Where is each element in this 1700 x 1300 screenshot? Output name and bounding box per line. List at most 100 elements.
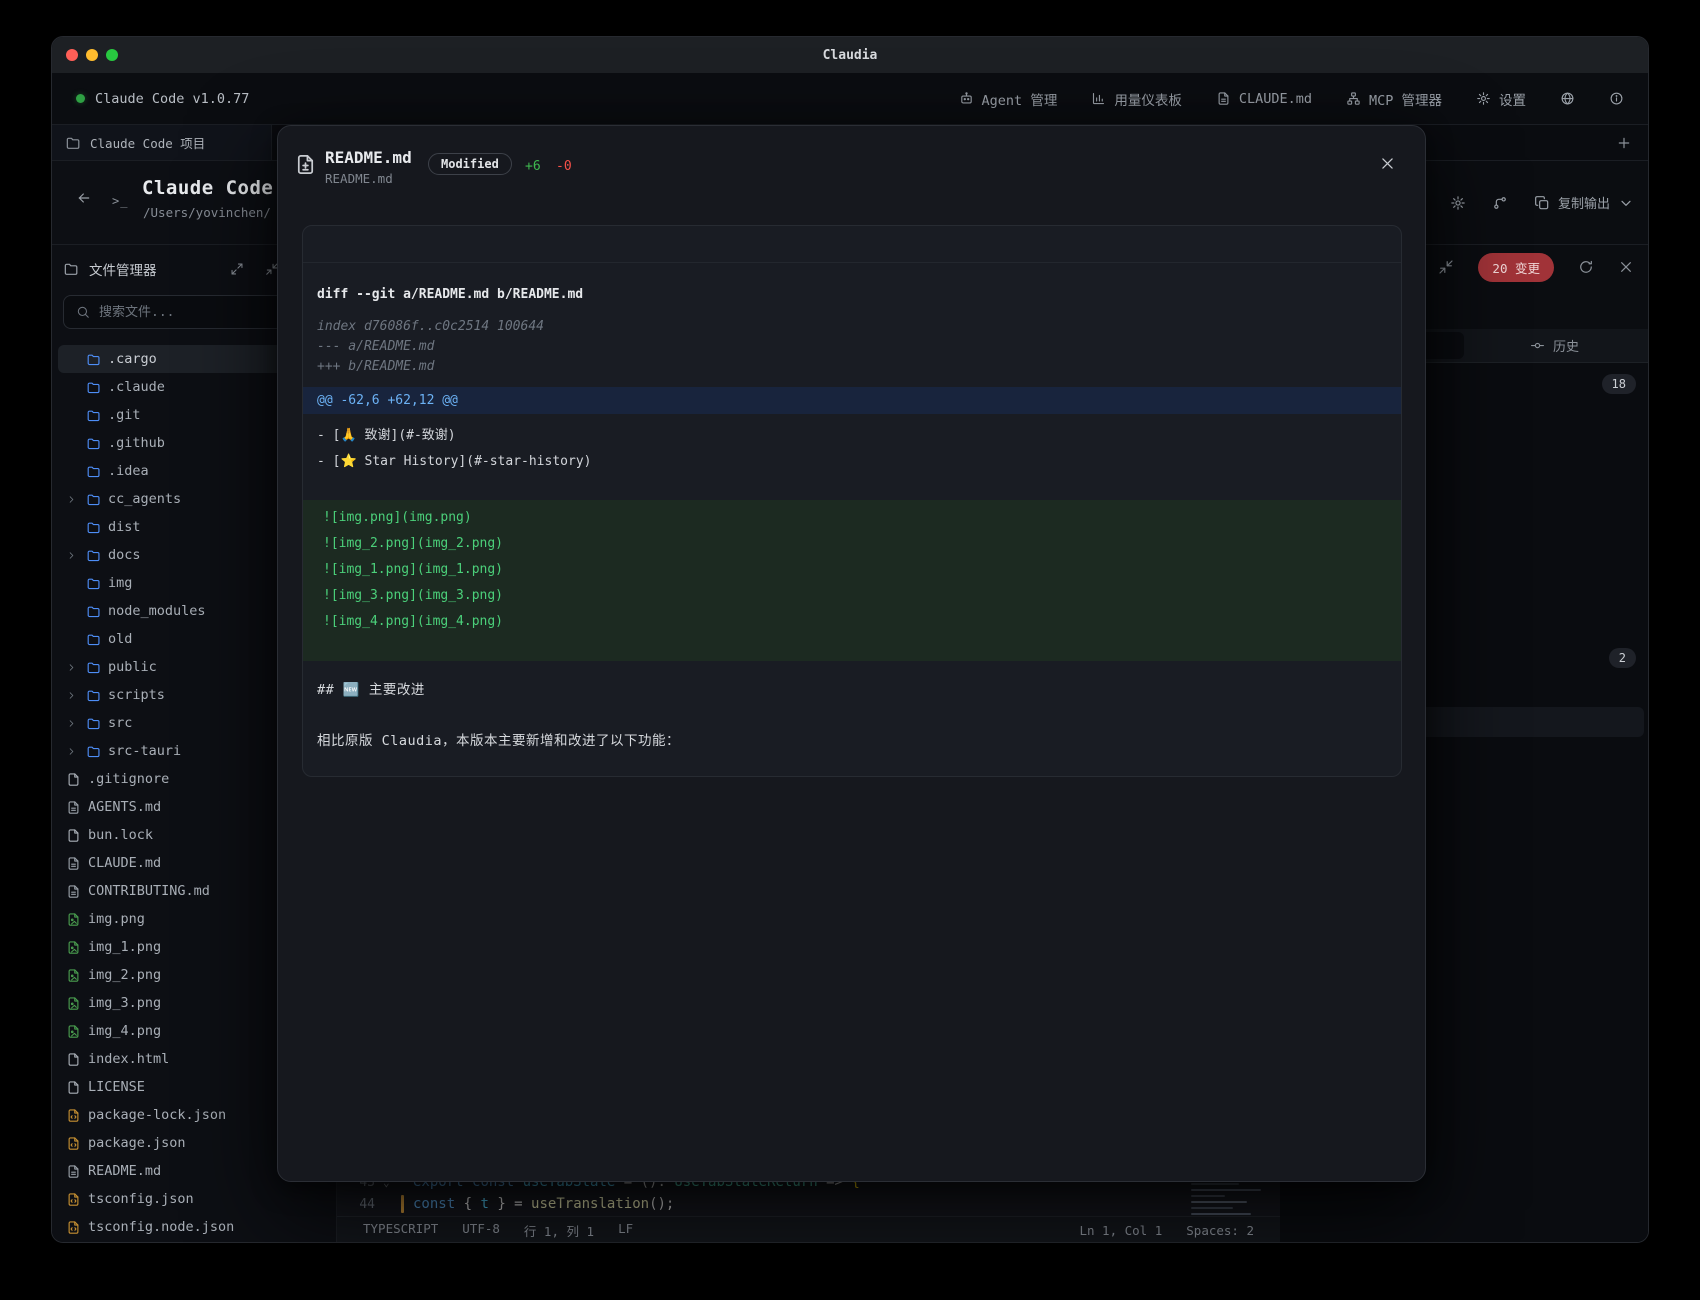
diff-paragraph: 相比原版 Claudia，本版本主要新增和改进了以下功能： <box>303 728 1401 754</box>
diff-card: diff --git a/README.md b/README.md index… <box>302 225 1402 777</box>
tree-item-label: tsconfig.json <box>88 1191 194 1207</box>
img-icon <box>66 1024 81 1039</box>
tree-item-label: index.html <box>88 1051 169 1067</box>
folder-icon <box>86 408 101 423</box>
copy-output-button[interactable]: 复制输出 <box>1534 193 1634 212</box>
folder-icon <box>86 716 101 731</box>
diff-meta-line: index d76086f..c0c2514 100644 <box>303 317 1401 337</box>
gear-icon <box>1476 91 1491 106</box>
status-item: Spaces: 2 <box>1186 1223 1254 1238</box>
json-icon <box>66 1220 81 1235</box>
modal-file-path: README.md <box>325 171 393 186</box>
changes-count-badge[interactable]: 20 变更 <box>1478 253 1554 282</box>
folder-icon <box>86 688 101 703</box>
git-branch-icon[interactable] <box>1492 195 1508 211</box>
folder-icon <box>86 632 101 647</box>
diff-context-line: - [🙏 致谢](#-致谢) <box>303 423 1401 449</box>
menu-item-1[interactable]: 用量仪表板 <box>1091 89 1182 109</box>
chevron-right-icon[interactable] <box>66 746 79 757</box>
modal-file-name: README.md <box>325 148 412 167</box>
diff-meta-line: --- a/README.md <box>303 337 1401 357</box>
close-modal-button[interactable] <box>1379 155 1396 172</box>
history-count-badge-2: 2 <box>1609 648 1636 668</box>
chevron-right-icon[interactable] <box>66 550 79 561</box>
menu-item-label: Agent 管理 <box>982 89 1058 109</box>
robot-icon <box>959 91 974 106</box>
menu-item-3[interactable]: MCP 管理器 <box>1346 89 1442 109</box>
expand-panel-button[interactable] <box>230 262 244 276</box>
tree-item-label: img_2.png <box>88 967 161 983</box>
info-icon[interactable] <box>1609 91 1624 106</box>
doc-icon <box>66 884 81 899</box>
minimap-line <box>1191 1195 1225 1197</box>
tree-item-tsconfig.node.json[interactable]: tsconfig.node.json <box>58 1213 330 1241</box>
tree-item-label: old <box>108 631 132 647</box>
back-button[interactable] <box>76 190 92 206</box>
globe-icon[interactable] <box>1560 91 1575 106</box>
tree-item-label: src-tauri <box>108 743 181 759</box>
chevron-right-icon[interactable] <box>66 718 79 729</box>
modified-line-marker <box>401 1195 404 1213</box>
modified-badge: Modified <box>428 153 512 175</box>
tree-item-label: .github <box>108 435 165 451</box>
tab-history[interactable]: 历史 <box>1464 332 1645 359</box>
tree-item-label: bun.lock <box>88 827 153 843</box>
file-manager-title: 文件管理器 <box>89 259 157 279</box>
folder-icon <box>86 352 101 367</box>
tree-item-label: img <box>108 575 132 591</box>
status-left: TYPESCRIPTUTF-8行 1, 列 1LF <box>363 1221 633 1240</box>
gear-icon[interactable] <box>1450 195 1466 211</box>
refresh-button[interactable] <box>1578 259 1594 275</box>
close-panel-button[interactable] <box>1618 259 1634 275</box>
new-tab-button[interactable] <box>1616 135 1632 151</box>
sitemap-icon <box>1346 91 1361 106</box>
app-header: Claude Code v1.0.77 Agent 管理 用量仪表板 CLAUDE.… <box>52 73 1648 125</box>
status-item: LF <box>618 1221 633 1240</box>
tree-item-label: CONTRIBUTING.md <box>88 883 210 899</box>
version-wrap: Claude Code v1.0.77 <box>76 91 249 107</box>
chevron-down-icon <box>1618 195 1634 211</box>
status-item: 行 1, 列 1 <box>524 1221 594 1240</box>
line-number: 44 <box>337 1197 383 1212</box>
status-item: Ln 1, Col 1 <box>1079 1223 1162 1238</box>
collapse-diff-button[interactable] <box>1438 259 1454 275</box>
menu-item-2[interactable]: CLAUDE.md <box>1216 91 1312 107</box>
chevron-right-icon[interactable] <box>66 494 79 505</box>
folder-icon <box>65 135 81 151</box>
tree-item-label: src <box>108 715 132 731</box>
tree-item-label: img_3.png <box>88 995 161 1011</box>
tree-item-label: cc_agents <box>108 491 181 507</box>
file-icon <box>66 1052 81 1067</box>
copy-icon <box>1534 195 1550 211</box>
folder-icon <box>86 744 101 759</box>
maximize-window-button[interactable] <box>106 49 118 61</box>
tree-item-label: .idea <box>108 463 149 479</box>
diff-card-header <box>303 226 1401 263</box>
tree-item-label: public <box>108 659 157 675</box>
diff-section-heading: ## 🆕 主要改进 <box>303 677 1401 703</box>
diff-added-line: ![img_3.png](img_3.png) <box>303 583 1401 609</box>
tree-item-label: CLAUDE.md <box>88 855 161 871</box>
close-window-button[interactable] <box>66 49 78 61</box>
tree-item-label: dist <box>108 519 141 535</box>
code-line-44: 44const { t } = useTranslation(); <box>337 1193 1280 1215</box>
minimize-window-button[interactable] <box>86 49 98 61</box>
diff-added-line: ![img_4.png](img_4.png) <box>303 609 1401 635</box>
chevron-right-icon[interactable] <box>66 690 79 701</box>
tree-item-tsconfig.json[interactable]: tsconfig.json <box>58 1185 330 1213</box>
tab-claude-code-project[interactable]: Claude Code 项目 <box>52 125 272 160</box>
minimap[interactable] <box>1191 1177 1273 1219</box>
chevron-right-icon[interactable] <box>66 662 79 673</box>
status-item: UTF-8 <box>462 1221 500 1240</box>
menu-item-4[interactable]: 设置 <box>1476 89 1526 109</box>
tree-item-label: img_4.png <box>88 1023 161 1039</box>
tree-item-label: README.md <box>88 1163 161 1179</box>
tab-label: Claude Code 项目 <box>90 133 205 152</box>
img-icon <box>66 996 81 1011</box>
minimap-line <box>1191 1201 1247 1203</box>
menu-item-0[interactable]: Agent 管理 <box>959 89 1058 109</box>
titlebar: Claudia <box>52 37 1648 73</box>
app-version: Claude Code v1.0.77 <box>95 91 249 107</box>
diff-hunk-header: @@ -62,6 +62,12 @@ <box>303 387 1401 414</box>
folder-icon <box>86 520 101 535</box>
